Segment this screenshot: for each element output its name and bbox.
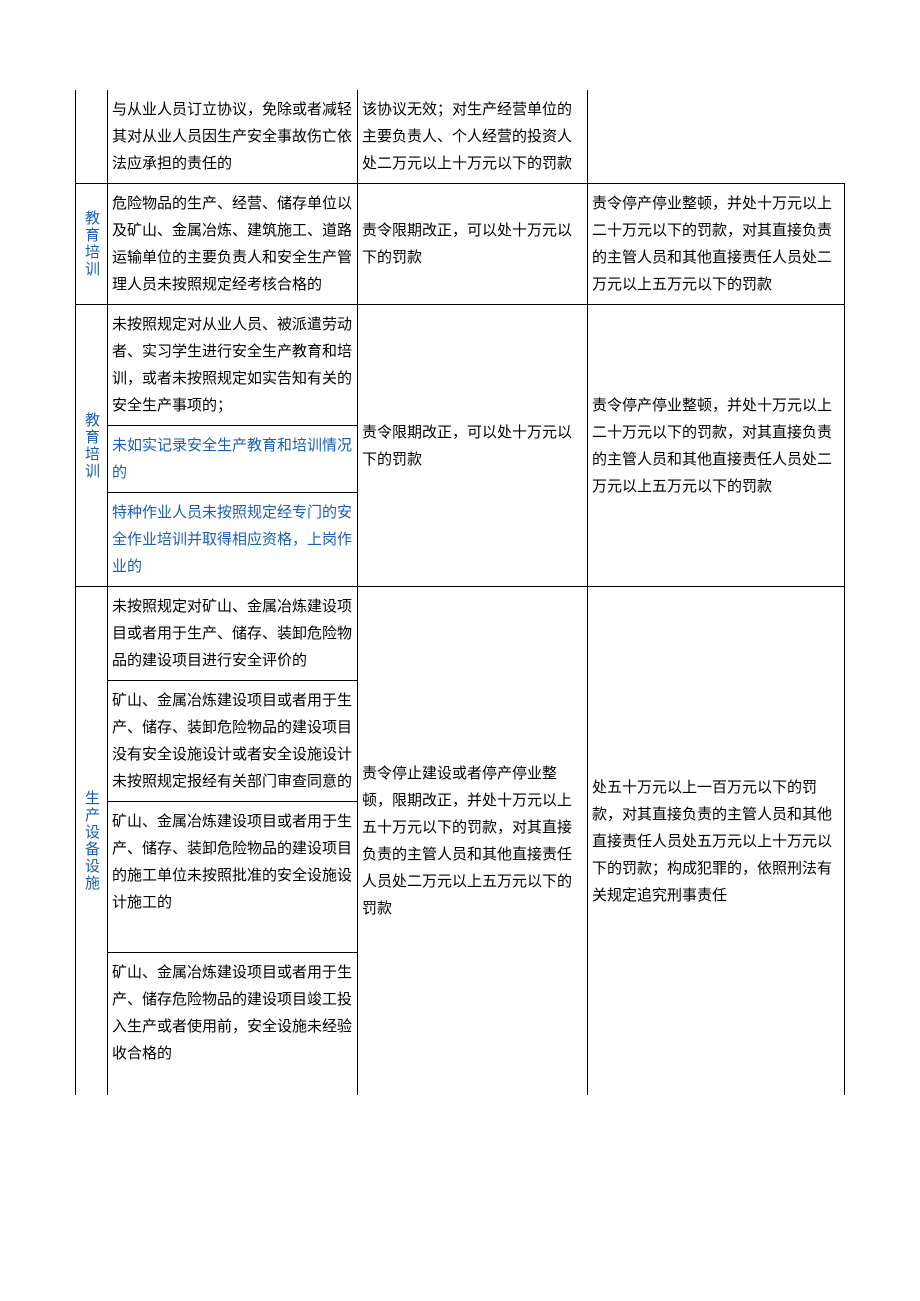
penalty-cell: 该协议无效；对生产经营单位的主要负责人、个人经营的投资人处二万元以上十万元以下的…: [358, 90, 588, 184]
penalty-right-cell: 责令停产停业整顿，并处十万元以上二十万元以下的罚款，对其直接负责的主管人员和其他…: [588, 184, 845, 305]
penalty-right-cell: 处五十万元以上一百万元以下的罚款，对其直接负责的主管人员和其他直接责任人员处五万…: [588, 587, 845, 1096]
penalty-mid-text: 责令限期改正，可以处十万元以下的罚款: [362, 222, 572, 266]
table-row: 教育培训 未按照规定对从业人员、被派遣劳动者、实习学生进行安全生产教育和培训，或…: [76, 305, 845, 587]
penalty-text: 该协议无效；对生产经营单位的主要负责人、个人经营的投资人处二万元以上十万元以下的…: [362, 101, 572, 172]
penalty-right-text: 处五十万元以上一百万元以下的罚款，对其直接负责的主管人员和其他直接责任人员处五万…: [592, 779, 832, 904]
table-row: 与从业人员订立协议，免除或者减轻其对从业人员因生产安全事故伤亡依法应承担的责任的…: [76, 90, 845, 184]
description-item: 未按照规定对矿山、金属冶炼建设项目或者用于生产、储存、装卸危险物品的建设项目进行…: [108, 587, 357, 680]
table-row: 生产设备设施 未按照规定对矿山、金属冶炼建设项目或者用于生产、储存、装卸危险物品…: [76, 587, 845, 1096]
description-item: 特种作业人员未按照规定经专门的安全作业培训并取得相应资格，上岗作业的: [108, 492, 357, 586]
description-text: 危险物品的生产、经营、储存单位以及矿山、金属冶炼、建筑施工、道路运输单位的主要负…: [112, 195, 352, 293]
penalty-mid-text: 责令停止建设或者停产停业整顿，限期改正，并处十万元以上五十万元以下的罚款，对其直…: [362, 765, 572, 917]
description-text: 矿山、金属冶炼建设项目或者用于生产、储存、装卸危险物品的建设项目没有安全设施设计…: [112, 692, 352, 790]
penalty-mid-cell: 责令停止建设或者停产停业整顿，限期改正，并处十万元以上五十万元以下的罚款，对其直…: [358, 587, 588, 1096]
category-label: 生产设备设施: [76, 587, 108, 1096]
category-label: 教育培训: [76, 184, 108, 305]
penalty-mid-text: 责令限期改正，可以处十万元以下的罚款: [362, 424, 572, 468]
category-text: 教育培训: [83, 412, 100, 480]
description-text: 未按照规定对从业人员、被派遣劳动者、实习学生进行安全生产教育和培训，或者未按照规…: [112, 316, 352, 414]
description-item: 矿山、金属冶炼建设项目或者用于生产、储存、装卸危险物品的建设项目的施工单位未按照…: [108, 801, 357, 952]
description-cell: 危险物品的生产、经营、储存单位以及矿山、金属冶炼、建筑施工、道路运输单位的主要负…: [108, 184, 358, 305]
description-cell: 未按照规定对从业人员、被派遣劳动者、实习学生进行安全生产教育和培训，或者未按照规…: [108, 305, 358, 587]
description-text: 与从业人员订立协议，免除或者减轻其对从业人员因生产安全事故伤亡依法应承担的责任的: [112, 101, 352, 172]
description-text: 矿山、金属冶炼建设项目或者用于生产、储存危险物品的建设项目竣工投入生产或者使用前…: [112, 964, 352, 1062]
category-text: 教育培训: [83, 210, 100, 278]
penalty-mid-cell: 责令限期改正，可以处十万元以下的罚款: [358, 305, 588, 587]
description-text: 特种作业人员未按照规定经专门的安全作业培训并取得相应资格，上岗作业的: [112, 504, 352, 575]
description-item: 矿山、金属冶炼建设项目或者用于生产、储存、装卸危险物品的建设项目没有安全设施设计…: [108, 680, 357, 801]
description-text: 未如实记录安全生产教育和培训情况的: [112, 437, 352, 481]
description-text: 矿山、金属冶炼建设项目或者用于生产、储存、装卸危险物品的建设项目的施工单位未按照…: [112, 813, 352, 911]
description-item: 矿山、金属冶炼建设项目或者用于生产、储存危险物品的建设项目竣工投入生产或者使用前…: [108, 952, 357, 1095]
description-cell: 与从业人员订立协议，免除或者减轻其对从业人员因生产安全事故伤亡依法应承担的责任的: [108, 90, 358, 184]
penalty-right-text: 责令停产停业整顿，并处十万元以上二十万元以下的罚款，对其直接负责的主管人员和其他…: [592, 397, 832, 495]
penalty-right-text: 责令停产停业整顿，并处十万元以上二十万元以下的罚款，对其直接负责的主管人员和其他…: [592, 195, 832, 293]
description-item: 未按照规定对从业人员、被派遣劳动者、实习学生进行安全生产教育和培训，或者未按照规…: [108, 305, 357, 425]
penalty-right-cell: 责令停产停业整顿，并处十万元以上二十万元以下的罚款，对其直接负责的主管人员和其他…: [588, 305, 845, 587]
category-text: 生产设备设施: [83, 790, 100, 892]
penalty-mid-cell: 责令限期改正，可以处十万元以下的罚款: [358, 184, 588, 305]
description-text: 未按照规定对矿山、金属冶炼建设项目或者用于生产、储存、装卸危险物品的建设项目进行…: [112, 598, 352, 669]
category-label: 教育培训: [76, 305, 108, 587]
description-cell: 未按照规定对矿山、金属冶炼建设项目或者用于生产、储存、装卸危险物品的建设项目进行…: [108, 587, 358, 1096]
table-row: 教育培训 危险物品的生产、经营、储存单位以及矿山、金属冶炼、建筑施工、道路运输单…: [76, 184, 845, 305]
regulation-table: 与从业人员订立协议，免除或者减轻其对从业人员因生产安全事故伤亡依法应承担的责任的…: [75, 90, 845, 1095]
description-item: 未如实记录安全生产教育和培训情况的: [108, 425, 357, 492]
category-label: [76, 90, 108, 184]
